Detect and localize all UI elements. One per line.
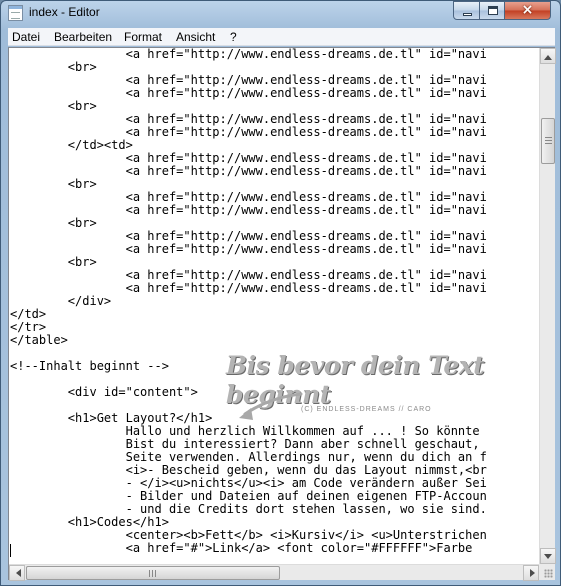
menu-help[interactable]: ? bbox=[230, 30, 237, 44]
scroll-down-button[interactable] bbox=[540, 548, 556, 564]
menu-ansicht[interactable]: Ansicht bbox=[176, 30, 215, 44]
arrow-up-icon bbox=[544, 51, 552, 60]
arrow-left-icon bbox=[12, 569, 21, 577]
grip-icon bbox=[149, 570, 156, 577]
size-grip[interactable] bbox=[539, 564, 555, 580]
minimize-icon bbox=[463, 13, 472, 16]
notepad-icon[interactable] bbox=[8, 5, 23, 21]
arrow-down-icon bbox=[544, 554, 552, 563]
resize-grip-icon bbox=[544, 569, 553, 578]
menu-bearbeiten[interactable]: Bearbeiten bbox=[54, 30, 112, 44]
minimize-button[interactable] bbox=[453, 1, 480, 20]
text-editor[interactable]: <a href="http://www.endless-dreams.de.tl… bbox=[8, 47, 556, 581]
text-caret bbox=[10, 544, 11, 557]
menu-format[interactable]: Format bbox=[124, 30, 162, 44]
code-line: </table> bbox=[10, 333, 68, 347]
horizontal-scrollbar[interactable] bbox=[9, 564, 539, 581]
code-line: </tr> bbox=[10, 320, 47, 334]
scroll-left-button[interactable] bbox=[9, 565, 25, 581]
code-line: </td> bbox=[10, 307, 47, 321]
menu-datei[interactable]: Datei bbox=[12, 30, 40, 44]
grip-icon bbox=[545, 137, 552, 144]
text-area[interactable]: <a href="http://www.endless-dreams.de.tl… bbox=[9, 48, 539, 564]
watermark-credit: (C) ENDLESS-DREAMS // CARO bbox=[301, 406, 432, 413]
menu-bar: Datei Bearbeiten Format Ansicht ? bbox=[8, 28, 555, 46]
code-line: <a href="#">Link</a> <font color="#FFFFF… bbox=[10, 541, 473, 555]
scroll-up-button[interactable] bbox=[540, 48, 556, 64]
title-bar[interactable]: index - Editor × bbox=[1, 1, 560, 25]
horizontal-scroll-thumb[interactable] bbox=[26, 566, 280, 580]
vertical-scroll-thumb[interactable] bbox=[541, 118, 555, 164]
editor-window: index - Editor × Datei Bearbeiten Format… bbox=[0, 0, 561, 586]
close-icon: × bbox=[521, 2, 534, 18]
code-line: </div> bbox=[10, 294, 112, 308]
window-title: index - Editor bbox=[29, 5, 100, 19]
vertical-scrollbar[interactable] bbox=[539, 48, 556, 564]
scroll-right-button[interactable] bbox=[523, 565, 539, 581]
arrow-right-icon bbox=[530, 569, 539, 577]
maximize-icon bbox=[488, 6, 498, 15]
maximize-button[interactable] bbox=[479, 1, 505, 20]
watermark-arrow-icon bbox=[239, 392, 303, 420]
close-button[interactable]: × bbox=[504, 1, 551, 20]
